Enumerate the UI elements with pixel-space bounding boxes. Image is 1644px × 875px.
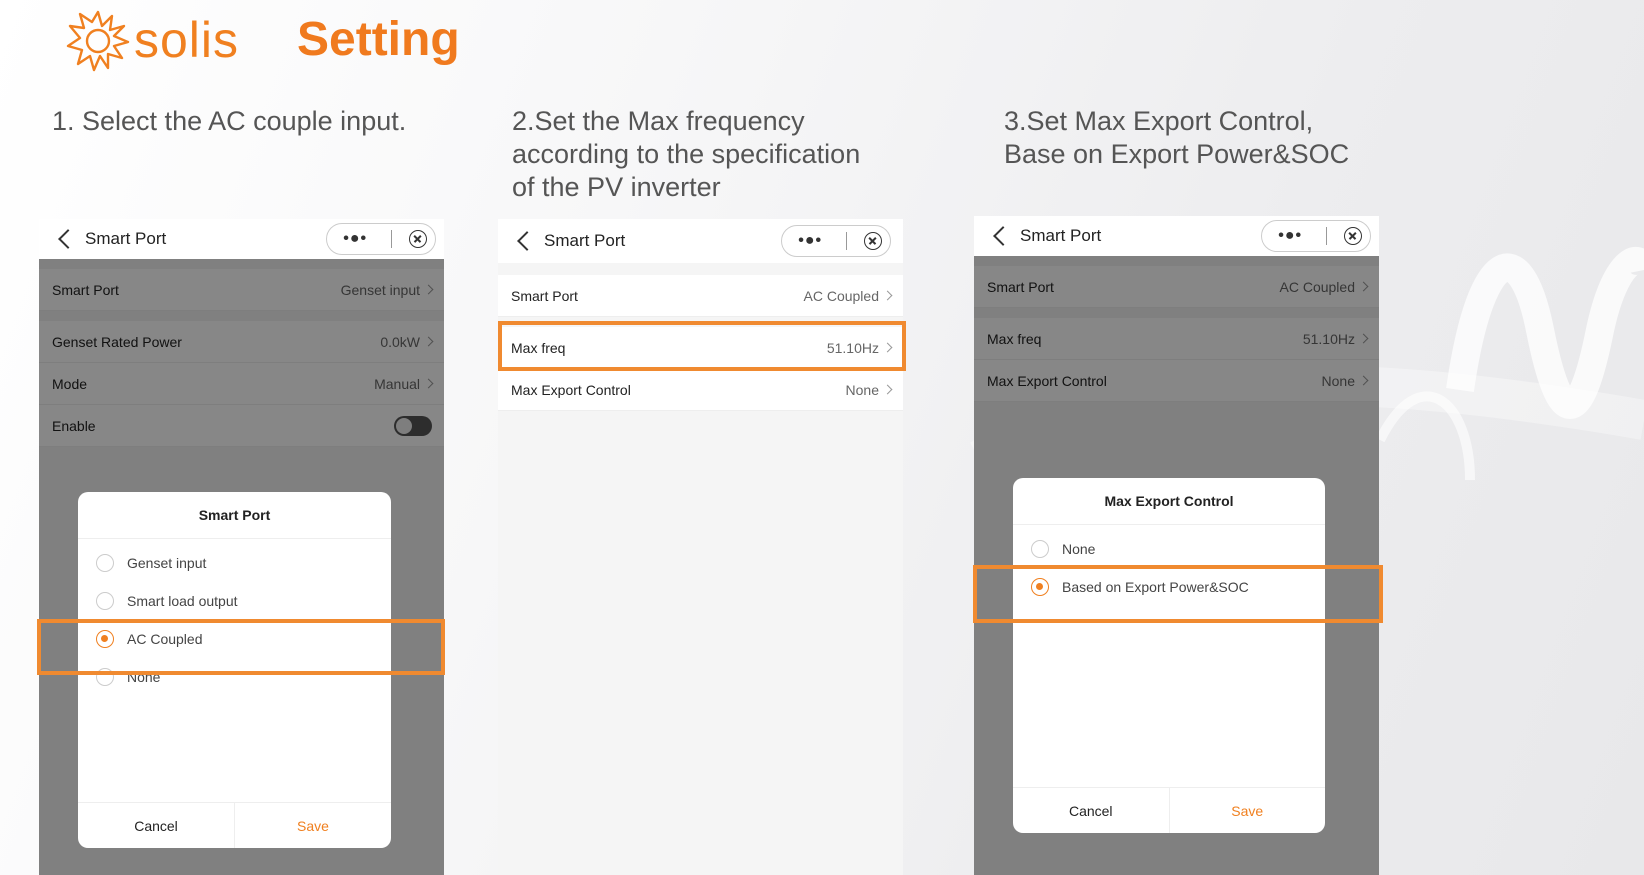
dialog-actions: Cancel Save: [1013, 787, 1325, 833]
mini-program-capsule: •●•: [781, 225, 891, 257]
save-button[interactable]: Save: [1170, 788, 1326, 833]
chevron-left-icon[interactable]: [517, 231, 537, 251]
option-smart-load-output[interactable]: Smart load output: [78, 582, 391, 620]
setting-row-smart-port[interactable]: Smart Port AC Coupled: [498, 275, 903, 317]
brand-wordmark: solis: [134, 12, 240, 68]
option-label: None: [127, 669, 161, 685]
row-value: 51.10Hz: [826, 339, 879, 356]
more-dots-icon[interactable]: •●•: [335, 230, 375, 248]
radio-unselected-icon[interactable]: [96, 554, 114, 572]
row-value: None: [845, 381, 879, 398]
chevron-left-icon[interactable]: [58, 229, 78, 249]
close-circle-icon[interactable]: [1343, 227, 1362, 245]
dialog-actions: Cancel Save: [78, 802, 391, 848]
section-gap: [498, 317, 903, 327]
header-title: Smart Port: [1020, 226, 1102, 245]
option-ac-coupled[interactable]: AC Coupled: [78, 620, 391, 658]
radio-selected-icon[interactable]: [96, 630, 114, 648]
step-2-instruction: 2.Set the Max frequency according to the…: [512, 106, 861, 202]
radio-selected-icon[interactable]: [1031, 578, 1049, 596]
more-dots-icon[interactable]: •●•: [790, 232, 830, 250]
capsule-divider: [1326, 227, 1328, 245]
mini-program-capsule: •●•: [326, 223, 436, 255]
option-label: None: [1062, 541, 1096, 557]
chevron-right-icon: [882, 290, 893, 301]
app-header: Smart Port •●•: [39, 219, 444, 259]
close-circle-icon[interactable]: [863, 232, 882, 250]
smart-port-dialog: Smart Port Genset input Smart load outpu…: [78, 492, 391, 848]
option-none[interactable]: None: [78, 658, 391, 696]
option-label: Smart load output: [127, 593, 238, 609]
step-3-instruction: 3.Set Max Export Control, Base on Export…: [1004, 106, 1350, 169]
dialog-title: Smart Port: [78, 492, 391, 539]
phone-screen-3: Smart Port •●• Smart Port AC Coupled Max…: [974, 216, 1379, 875]
option-label: AC Coupled: [127, 631, 203, 647]
step-1-instruction: 1. Select the AC couple input.: [52, 106, 407, 136]
radio-unselected-icon[interactable]: [96, 668, 114, 686]
mini-program-capsule: •●•: [1261, 220, 1371, 252]
app-header: Smart Port •●•: [974, 216, 1379, 256]
sun-logo-icon: [66, 10, 130, 72]
capsule-divider: [846, 232, 848, 250]
radio-unselected-icon[interactable]: [96, 592, 114, 610]
cancel-button[interactable]: Cancel: [1013, 788, 1170, 833]
option-label: Genset input: [127, 555, 207, 571]
max-export-control-dialog: Max Export Control None Based on Export …: [1013, 478, 1325, 833]
page-title: Setting: [297, 13, 460, 66]
row-label: Smart Port: [511, 287, 578, 304]
save-button[interactable]: Save: [235, 803, 391, 848]
row-value: AC Coupled: [803, 287, 880, 304]
option-none[interactable]: None: [1013, 530, 1325, 568]
header-title: Smart Port: [544, 231, 626, 250]
dialog-title: Max Export Control: [1013, 478, 1325, 525]
section-gap: [498, 263, 903, 275]
setting-row-max-export-control[interactable]: Max Export Control None: [498, 369, 903, 411]
option-label: Based on Export Power&SOC: [1062, 579, 1249, 595]
chevron-right-icon: [882, 384, 893, 395]
more-dots-icon[interactable]: •●•: [1270, 227, 1310, 245]
chevron-right-icon: [882, 342, 893, 353]
cancel-button[interactable]: Cancel: [78, 803, 235, 848]
option-based-on-export-power-soc[interactable]: Based on Export Power&SOC: [1013, 568, 1325, 606]
app-header: Smart Port •●•: [498, 219, 903, 263]
radio-unselected-icon[interactable]: [1031, 540, 1049, 558]
phone-screen-1: Smart Port •●• Smart Port Genset input G…: [39, 219, 444, 875]
row-label: Max Export Control: [511, 381, 631, 398]
capsule-divider: [391, 230, 393, 248]
close-circle-icon[interactable]: [408, 230, 427, 248]
setting-row-max-freq[interactable]: Max freq 51.10Hz: [498, 327, 903, 369]
phone-screen-2: Smart Port •●• Smart Port AC Coupled Max…: [498, 219, 903, 875]
header-title: Smart Port: [85, 229, 167, 248]
chevron-left-icon[interactable]: [993, 226, 1013, 246]
option-genset-input[interactable]: Genset input: [78, 544, 391, 582]
solis-logo: solis: [66, 8, 246, 72]
row-label: Max freq: [511, 339, 566, 356]
